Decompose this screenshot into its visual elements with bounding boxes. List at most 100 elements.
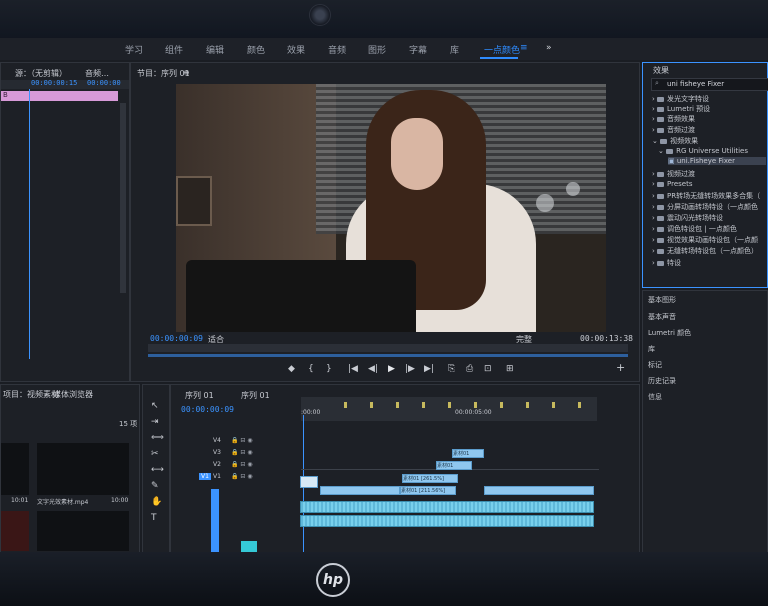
effects-folder-item[interactable]: › 震动闪光转场特设 — [652, 213, 723, 223]
effects-folder-item[interactable]: › 发光文字特设 — [652, 94, 709, 104]
panel-essential-graphics[interactable]: 基本图形 — [648, 295, 676, 305]
clip-v1[interactable]: 素材01 [211.56%] — [400, 486, 456, 495]
timeline-marker[interactable] — [578, 402, 581, 408]
track-select-tool-icon[interactable]: ⇥ — [151, 417, 159, 427]
mark-out-button[interactable]: } — [326, 364, 332, 374]
timeline-marker[interactable] — [396, 402, 399, 408]
selection-tool-icon[interactable]: ↖ — [151, 401, 159, 411]
workspace-tab-assembly[interactable]: 组件 — [165, 43, 183, 56]
source-patch-v1[interactable]: V1 — [199, 473, 211, 480]
program-video-frame[interactable] — [176, 84, 606, 332]
effects-folder-item[interactable]: › 分屏动画转场特设（一点颜色 — [652, 202, 758, 212]
project-thumbnail[interactable] — [1, 511, 29, 551]
project-thumbnail[interactable] — [37, 443, 129, 495]
workspace-overflow-button[interactable]: » — [546, 43, 552, 53]
timeline-marker[interactable] — [448, 402, 451, 408]
add-marker-button[interactable]: ◆ — [288, 364, 295, 374]
razor-tool-icon[interactable]: ✂ — [151, 449, 159, 459]
track-controls[interactable]: 🔒 ⊟ ◉ 🔒 ⊟ ◉ 🔒 ⊟ ◉ 🔒 ⊟ ◉ — [231, 435, 291, 485]
panel-essential-sound[interactable]: 基本声音 — [648, 312, 676, 322]
audio-source-patch[interactable] — [211, 489, 219, 555]
panel-history[interactable]: 历史记录 — [648, 376, 676, 386]
effects-folder-item[interactable]: › 调色特设包 | 一点颜色 — [652, 224, 737, 234]
timeline-marker[interactable] — [370, 402, 373, 408]
workspace-tab-captions[interactable]: 字幕 — [409, 43, 427, 56]
button-editor-plus[interactable]: + — [616, 361, 625, 374]
effects-search-input[interactable]: ⌕ uni fisheye Fixer — [651, 78, 768, 91]
timeline-tab-2[interactable]: 序列 01 — [241, 390, 270, 401]
program-monitor-title[interactable]: 节目：序列 01 — [137, 68, 190, 79]
effects-folder-item[interactable]: › Lumetri 预设 — [652, 104, 710, 114]
program-scrub-bar[interactable] — [148, 344, 628, 352]
extract-button[interactable]: ⎙ — [466, 364, 473, 374]
workspace-tab-color[interactable]: 颜色 — [247, 43, 265, 56]
clip-v1[interactable] — [320, 486, 400, 495]
program-zoom-bar[interactable] — [148, 354, 628, 357]
timeline-marker[interactable] — [422, 402, 425, 408]
workspace-tab-graphics[interactable]: 图形 — [368, 43, 386, 56]
track-label-v4[interactable]: V4 — [213, 437, 221, 444]
effects-folder-item[interactable]: › PR转场无缝转场效果多合集（ — [652, 191, 760, 201]
effects-folder-item[interactable]: › 视觉效果动画特设包（一点颜 — [652, 235, 758, 245]
go-to-out-button[interactable]: ▶| — [424, 364, 434, 374]
type-tool-icon[interactable]: T — [151, 513, 157, 523]
hand-tool-icon[interactable]: ✋ — [151, 497, 162, 507]
effects-folder-item[interactable]: › 视频过渡 — [652, 169, 695, 179]
workspace-tab-effects[interactable]: 效果 — [287, 43, 305, 56]
project-thumbnail[interactable] — [1, 443, 29, 495]
effects-folder-item[interactable]: › 音频效果 — [652, 114, 695, 124]
workspace-tab-audio[interactable]: 音频 — [328, 43, 346, 56]
workspace-tab-libraries[interactable]: 库 — [450, 43, 459, 56]
panel-info[interactable]: 信息 — [648, 392, 662, 402]
export-frame-button[interactable]: ⊡ — [484, 364, 492, 374]
clip-v4[interactable]: 素材01 — [452, 449, 484, 458]
source-panel-title[interactable]: 源：（无剪辑） — [15, 68, 67, 79]
step-forward-button[interactable]: |▶ — [405, 364, 415, 374]
audio-clip-a1[interactable] — [300, 501, 594, 513]
timeline-timecode[interactable]: 00:00:00:09 — [181, 405, 234, 414]
workspace-menu-icon[interactable]: ≡ — [520, 43, 528, 53]
lift-button[interactable]: ⎘ — [448, 364, 455, 374]
media-browser-tab[interactable]: 媒体浏览器 — [53, 389, 93, 400]
workspace-tab-custom[interactable]: 一点颜色 — [484, 43, 520, 56]
project-tab[interactable]: 项目：视频素材 — [3, 389, 59, 400]
clip-v1[interactable] — [484, 486, 594, 495]
timeline-marker[interactable] — [344, 402, 347, 408]
timeline-marker[interactable] — [526, 402, 529, 408]
track-label-v1[interactable]: V1 — [213, 473, 221, 480]
audio-clip-mixer-tab[interactable]: 音频… — [85, 68, 109, 79]
project-thumbnail[interactable] — [37, 511, 129, 551]
panel-lumetri-color[interactable]: Lumetri 颜色 — [648, 328, 691, 338]
timeline-tab[interactable]: 序列 01 — [185, 390, 214, 401]
track-label-v3[interactable]: V3 — [213, 449, 221, 456]
program-menu-icon[interactable]: ≡ — [183, 68, 190, 77]
timeline-marker[interactable] — [552, 402, 555, 408]
go-to-in-button[interactable]: |◀ — [348, 364, 358, 374]
timeline-marker[interactable] — [500, 402, 503, 408]
effects-folder-item[interactable]: › 无缝转场特设包（一点颜色） — [652, 246, 758, 256]
effects-folder-item[interactable]: › 特设 — [652, 258, 681, 268]
effects-panel-title[interactable]: 效果 — [653, 65, 669, 76]
audio-clip-a2[interactable] — [300, 515, 594, 527]
clip-v3[interactable]: 素材01 — [436, 461, 472, 470]
workspace-tab-learn[interactable]: 学习 — [125, 43, 143, 56]
mark-in-button[interactable]: { — [308, 364, 314, 374]
workspace-tab-editing[interactable]: 编辑 — [206, 43, 224, 56]
effects-folder-item[interactable]: ⌄ RG Universe Utilities — [658, 147, 748, 155]
track-label-v2[interactable]: V2 — [213, 461, 221, 468]
timeline-ruler[interactable] — [301, 397, 597, 421]
slip-tool-icon[interactable]: ⟷ — [151, 465, 164, 475]
timeline-marker[interactable] — [474, 402, 477, 408]
panel-libraries[interactable]: 库 — [648, 344, 655, 354]
comparison-view-button[interactable]: ⊞ — [506, 364, 514, 374]
panel-markers[interactable]: 标记 — [648, 360, 662, 370]
effects-folder-item[interactable]: › Presets — [652, 180, 693, 188]
project-item-name[interactable]: 文字光效素材.mp4 — [37, 497, 88, 506]
effects-item-selected[interactable]: ▣ uni.Fisheye Fixer — [668, 157, 766, 165]
play-button[interactable]: ▶ — [388, 364, 395, 374]
ripple-edit-tool-icon[interactable]: ⟺ — [151, 433, 164, 443]
program-current-timecode[interactable]: 00:00:00:09 — [150, 334, 203, 343]
effects-folder-item[interactable]: › 音频过渡 — [652, 125, 695, 135]
step-back-button[interactable]: ◀| — [368, 364, 378, 374]
clip-v2[interactable]: 素材01 [261.5%] — [402, 474, 458, 483]
